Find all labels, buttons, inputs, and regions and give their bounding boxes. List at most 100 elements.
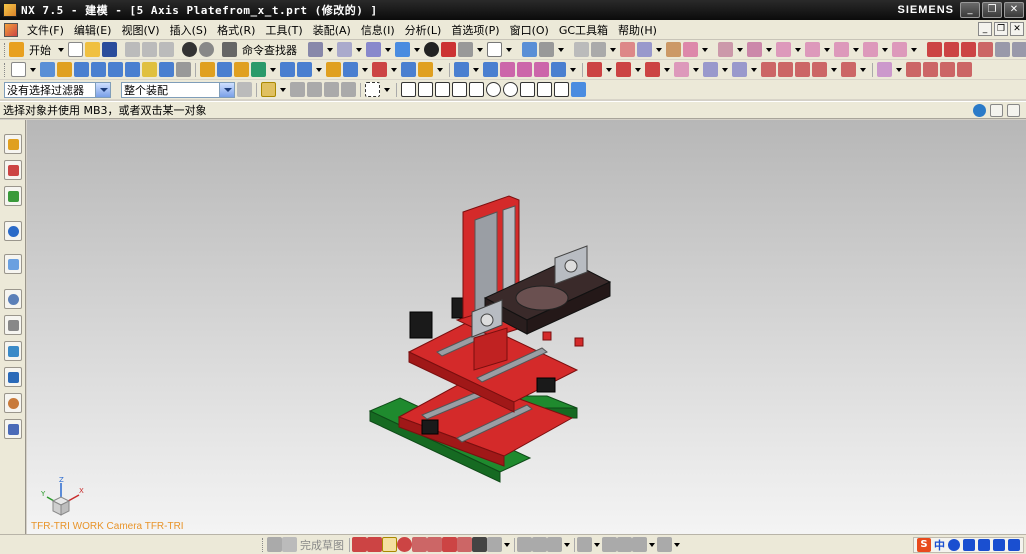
curve-icon[interactable] — [978, 42, 993, 57]
restore-button[interactable]: ❐ — [982, 2, 1002, 18]
model-render[interactable] — [27, 120, 1026, 534]
general-select-icon[interactable] — [261, 82, 276, 97]
minimize-button[interactable]: _ — [960, 2, 980, 18]
snap-point-on-face-icon[interactable] — [554, 82, 569, 97]
reuse-library-tab[interactable] — [4, 315, 22, 335]
ime-mode-label[interactable]: 中 — [934, 537, 945, 553]
arc-icon[interactable] — [944, 42, 959, 57]
spline-icon[interactable] — [961, 42, 976, 57]
skin-icon[interactable] — [993, 539, 1005, 551]
slot-icon[interactable] — [159, 62, 174, 77]
extend-curve-icon[interactable] — [957, 62, 972, 77]
edge-display-icon[interactable] — [424, 42, 439, 57]
snap-existing-point-icon[interactable] — [520, 82, 535, 97]
new-icon[interactable] — [11, 62, 26, 77]
sketch-chamfer-icon[interactable] — [427, 537, 442, 552]
sketch-circle-icon[interactable] — [397, 537, 412, 552]
chevron-down-icon[interactable] — [95, 82, 110, 97]
move-face-icon[interactable] — [454, 62, 469, 77]
chevron-down-icon[interactable] — [219, 82, 234, 97]
datum-csys-icon[interactable] — [674, 62, 689, 77]
menu-window[interactable]: 窗口(O) — [505, 22, 554, 38]
project-curve-icon[interactable] — [906, 62, 921, 77]
rotary-platter[interactable] — [515, 285, 569, 311]
datum-axis-icon[interactable] — [645, 62, 660, 77]
draft-icon[interactable] — [326, 62, 341, 77]
moon-icon[interactable] — [948, 539, 960, 551]
roles-tab[interactable] — [4, 393, 22, 413]
menu-assemblies[interactable]: 装配(A) — [308, 22, 356, 38]
snap-end-point-icon[interactable] — [418, 82, 433, 97]
type-filter-dropdown[interactable]: 没有选择过滤器 — [4, 81, 111, 98]
through-curves-icon[interactable] — [703, 62, 718, 77]
sketch-arc-icon[interactable] — [382, 537, 397, 552]
extrude-icon[interactable] — [40, 62, 55, 77]
pattern-icon[interactable] — [234, 62, 249, 77]
tools-icon[interactable] — [1008, 539, 1020, 551]
pocket-icon[interactable] — [108, 62, 123, 77]
cylinder-icon[interactable] — [747, 42, 762, 57]
split-body-icon[interactable] — [892, 42, 907, 57]
sketch-icon[interactable] — [267, 537, 282, 552]
open-folder-icon[interactable] — [85, 42, 100, 57]
sketch-fillet-icon[interactable] — [412, 537, 427, 552]
intersect-icon[interactable] — [834, 42, 849, 57]
snap-view-icon[interactable] — [337, 42, 352, 57]
doc-close-button[interactable]: ✕ — [1010, 22, 1024, 36]
sogou-logo-icon[interactable]: S — [917, 538, 931, 552]
menu-help[interactable]: 帮助(H) — [613, 22, 662, 38]
redo-icon[interactable] — [199, 42, 214, 57]
snap-arc-center-icon[interactable] — [486, 82, 501, 97]
close-button[interactable]: ✕ — [1004, 2, 1024, 18]
subtract-icon[interactable] — [805, 42, 820, 57]
start-icon[interactable] — [9, 42, 24, 57]
chamfer-icon[interactable] — [297, 62, 312, 77]
select-all-icon[interactable] — [341, 82, 356, 97]
box-icon[interactable] — [718, 42, 733, 57]
menu-file[interactable]: 文件(F) — [22, 22, 69, 38]
hole-icon[interactable] — [74, 62, 89, 77]
sketch-polygon-icon[interactable] — [457, 537, 472, 552]
unite-icon[interactable] — [776, 42, 791, 57]
feature-icon[interactable] — [666, 42, 681, 57]
measure-icon[interactable] — [574, 42, 589, 57]
ruled-icon[interactable] — [795, 62, 810, 77]
edge-blend-icon[interactable] — [280, 62, 295, 77]
offset-face-icon[interactable] — [372, 62, 387, 77]
groove-icon[interactable] — [176, 62, 191, 77]
menu-format[interactable]: 格式(R) — [212, 22, 260, 38]
dimension-icon[interactable] — [577, 537, 592, 552]
auto-constraint-icon[interactable] — [617, 537, 632, 552]
rectangle-select-icon[interactable] — [365, 82, 380, 97]
chevron-down-icon[interactable] — [58, 47, 64, 52]
synchronous-icon[interactable] — [877, 62, 892, 77]
profile-icon[interactable] — [352, 537, 367, 552]
follow-curve-icon[interactable] — [290, 82, 305, 97]
menu-information[interactable]: 信息(I) — [356, 22, 400, 38]
bounded-plane-icon[interactable] — [778, 62, 793, 77]
studio-surface-icon[interactable] — [812, 62, 827, 77]
resize-face-icon[interactable] — [534, 62, 549, 77]
mirror-icon[interactable] — [217, 62, 232, 77]
doc-minimize-button[interactable]: _ — [978, 22, 992, 36]
cut-icon[interactable] — [125, 42, 140, 57]
doc-restore-button[interactable]: ❐ — [994, 22, 1008, 36]
revolve-icon[interactable] — [57, 62, 72, 77]
history-tab[interactable] — [4, 254, 22, 274]
pad-icon[interactable] — [125, 62, 140, 77]
servo-motor-right[interactable] — [536, 377, 556, 393]
orient-view-icon[interactable] — [458, 42, 473, 57]
sketch-point-icon[interactable] — [472, 537, 487, 552]
cue-close-icon[interactable] — [1007, 104, 1020, 117]
finish-sketch-icon[interactable] — [282, 537, 297, 552]
section-view-icon[interactable] — [441, 42, 456, 57]
trim-curve-icon[interactable] — [940, 62, 955, 77]
swept-icon[interactable] — [732, 62, 747, 77]
intersection-curve-icon[interactable] — [923, 62, 938, 77]
constraint-icon[interactable] — [602, 537, 617, 552]
paste-icon[interactable] — [159, 42, 174, 57]
undo-icon[interactable] — [182, 42, 197, 57]
make-corner-icon[interactable] — [547, 537, 562, 552]
snap-control-point-icon[interactable] — [452, 82, 467, 97]
line-icon[interactable] — [927, 42, 942, 57]
